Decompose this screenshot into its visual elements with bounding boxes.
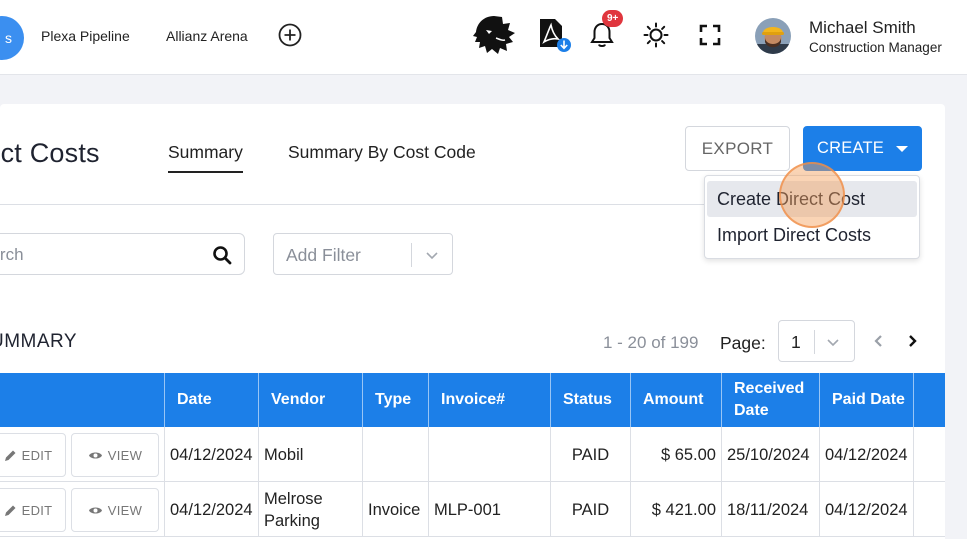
cell-vendor: Mobil	[258, 427, 362, 482]
cell-invoice	[428, 427, 550, 482]
search-placeholder: earch	[0, 245, 24, 264]
tab-summary-by-cost-code[interactable]: Summary By Cost Code	[288, 142, 476, 163]
cell-status: PAID	[550, 482, 630, 537]
pager-range: 1 - 20 of 199	[603, 333, 699, 352]
edit-button[interactable]: EDIT	[0, 433, 66, 477]
select-separator	[411, 243, 412, 267]
edit-button-label: EDIT	[21, 502, 53, 518]
caret-down-icon	[895, 145, 908, 152]
plus-circle-icon[interactable]	[278, 23, 302, 47]
pdf-download-icon[interactable]	[537, 17, 571, 53]
table-row: EDIT VIEW 04/12/2024 Melrose Parking Inv…	[0, 482, 945, 537]
direct-costs-card: irect Costs Summary Summary By Cost Code…	[0, 104, 945, 539]
edit-button-label: EDIT	[21, 447, 53, 463]
column-header-extra	[913, 373, 945, 427]
page-title: irect Costs	[0, 138, 100, 168]
cell-paid-date: 04/12/2024	[819, 482, 913, 537]
table-row: EDIT VIEW 04/12/2024 Mobil PAID $ 65.00 …	[0, 427, 945, 482]
export-button[interactable]: EXPORT	[685, 126, 790, 171]
cell-paid-date: 04/12/2024	[819, 427, 913, 482]
page-select[interactable]: 1	[778, 320, 855, 362]
user-name[interactable]: Michael Smith	[809, 18, 916, 38]
top-bar: s Plexa Pipeline Allianz Arena 9+ Michae…	[0, 0, 967, 75]
column-header-received-date[interactable]: Received Date	[721, 373, 819, 427]
column-header-invoice[interactable]: Invoice#	[428, 373, 550, 427]
pencil-icon	[4, 505, 16, 516]
click-indicator	[779, 162, 845, 228]
cell-amount: $ 65.00	[630, 427, 721, 482]
cell-date: 04/12/2024	[164, 482, 258, 537]
lion-logo-icon[interactable]	[472, 14, 516, 56]
eye-icon	[88, 507, 102, 513]
view-button-label: VIEW	[107, 502, 143, 518]
eye-icon	[88, 452, 102, 458]
edit-button[interactable]: EDIT	[0, 488, 66, 532]
column-header-vendor[interactable]: Vendor	[258, 373, 362, 427]
tab-summary[interactable]: Summary	[168, 142, 243, 173]
column-header-date[interactable]: Date	[164, 373, 258, 427]
nav-link-plexa-pipeline[interactable]: Plexa Pipeline	[41, 28, 130, 44]
chevron-down-icon[interactable]	[425, 248, 439, 262]
filter-placeholder: Add Filter	[286, 245, 361, 265]
brightness-icon[interactable]	[642, 21, 670, 49]
view-button[interactable]: VIEW	[71, 433, 159, 477]
search-icon[interactable]	[212, 245, 232, 265]
export-button-label: EXPORT	[701, 138, 774, 158]
fullscreen-icon[interactable]	[698, 23, 722, 47]
cell-received-date: 18/11/2024	[721, 482, 819, 537]
select-separator	[814, 330, 815, 354]
cell-invoice: MLP-001	[428, 482, 550, 537]
cell-type: Invoice	[362, 482, 428, 537]
chevron-down-icon[interactable]	[826, 335, 840, 349]
pencil-icon	[4, 450, 16, 461]
nav-link-allianz-arena[interactable]: Allianz Arena	[166, 28, 248, 44]
user-role: Construction Manager	[809, 40, 942, 55]
cell-status: PAID	[550, 427, 630, 482]
column-header-paid-date[interactable]: Paid Date	[819, 373, 913, 427]
cell-vendor: Melrose Parking	[258, 482, 362, 537]
project-pill[interactable]: s	[0, 16, 24, 60]
table-header: Date Vendor Type Invoice# Status Amount …	[0, 373, 945, 427]
view-button-label: VIEW	[107, 447, 143, 463]
cell-extra	[913, 427, 945, 482]
cell-date: 04/12/2024	[164, 427, 258, 482]
page-value: 1	[791, 332, 801, 352]
project-pill-label: s	[5, 30, 12, 46]
actions-column-header	[0, 373, 164, 427]
column-header-amount[interactable]: Amount	[630, 373, 721, 427]
chevron-left-icon[interactable]	[871, 333, 887, 349]
column-header-status[interactable]: Status	[550, 373, 630, 427]
summary-title: UMMARY	[0, 331, 78, 352]
cell-extra	[913, 482, 945, 537]
cell-received-date: 25/10/2024	[721, 427, 819, 482]
notification-badge: 9+	[602, 10, 624, 27]
add-filter-select[interactable]: Add Filter	[273, 233, 453, 275]
search-input[interactable]: earch	[0, 233, 245, 275]
create-button-label: CREATE	[817, 139, 884, 157]
chevron-right-icon[interactable]	[904, 333, 920, 349]
avatar[interactable]	[755, 18, 791, 54]
column-header-type[interactable]: Type	[362, 373, 428, 427]
cell-type	[362, 427, 428, 482]
cell-amount: $ 421.00	[630, 482, 721, 537]
view-button[interactable]: VIEW	[71, 488, 159, 532]
page-label: Page:	[720, 333, 766, 353]
